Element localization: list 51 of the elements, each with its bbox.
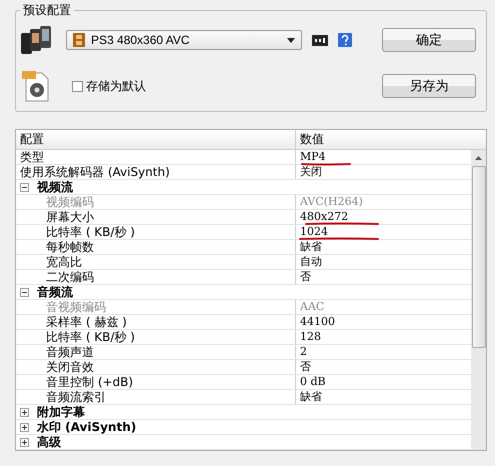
ok-button[interactable]: 确定 bbox=[382, 28, 476, 52]
property-value[interactable]: 关闭 bbox=[296, 165, 471, 179]
property-value[interactable]: 缺省 bbox=[296, 390, 471, 404]
scrollbar-thumb[interactable] bbox=[472, 166, 486, 348]
film-icon bbox=[73, 33, 85, 47]
save-default-checkbox[interactable]: 存储为默认 bbox=[72, 78, 146, 94]
property-name[interactable]: 每秒帧数 bbox=[16, 240, 296, 254]
property-name[interactable]: 比特率 ( KB/秒 ) bbox=[16, 225, 296, 239]
property-name[interactable]: 采样率 ( 赫兹 ) bbox=[16, 315, 296, 329]
caret-icon bbox=[287, 38, 295, 42]
category-label[interactable]: 视频流 bbox=[37, 180, 73, 194]
preset-dropdown[interactable]: PS3 480x360 AVC bbox=[66, 30, 302, 50]
property-value[interactable]: 128 bbox=[296, 330, 471, 344]
expand-toggle-icon[interactable] bbox=[20, 408, 29, 416]
property-value[interactable]: 1024 bbox=[296, 225, 471, 239]
scrollbar[interactable] bbox=[471, 150, 486, 450]
save-as-button[interactable]: 另存为 bbox=[382, 74, 476, 98]
property-name[interactable]: 宽高比 bbox=[16, 255, 296, 269]
property-value[interactable]: 2 bbox=[296, 345, 471, 359]
phones-icon bbox=[20, 25, 52, 55]
property-value[interactable]: 否 bbox=[296, 270, 471, 284]
property-name[interactable]: 音频声道 bbox=[16, 345, 296, 359]
expand-toggle-icon[interactable] bbox=[20, 422, 29, 432]
up-arrow-icon[interactable] bbox=[475, 156, 482, 160]
help-icon[interactable] bbox=[338, 33, 352, 47]
property-name[interactable]: 使用系统解码器 (AviSynth) bbox=[16, 165, 296, 179]
property-value[interactable]: MP4 bbox=[296, 150, 471, 164]
property-value[interactable]: 缺省 bbox=[296, 240, 471, 254]
group-title: 预设配置 bbox=[22, 2, 72, 19]
property-value[interactable]: 否 bbox=[296, 360, 471, 374]
category-label[interactable]: 高级 bbox=[37, 435, 61, 449]
property-name[interactable]: 类型 bbox=[16, 150, 296, 164]
property-name[interactable]: 二次编码 bbox=[16, 270, 296, 284]
property-name[interactable]: 比特率 ( KB/秒 ) bbox=[16, 330, 296, 344]
property-value[interactable]: 自动 bbox=[296, 255, 471, 269]
property-value[interactable]: 44100 bbox=[296, 315, 471, 329]
property-name[interactable]: 屏幕大小 bbox=[16, 210, 296, 224]
column-header[interactable]: 数值 bbox=[296, 130, 486, 149]
expand-toggle-icon[interactable] bbox=[20, 288, 29, 296]
property-value[interactable]: 0 dB bbox=[296, 375, 471, 389]
property-name[interactable]: 关闭音效 bbox=[16, 360, 296, 374]
column-header[interactable]: 配置 bbox=[16, 130, 296, 149]
property-name[interactable]: 音里控制 (+dB) bbox=[16, 375, 296, 389]
category-label[interactable]: 附加字幕 bbox=[37, 405, 85, 419]
category-label[interactable]: 水印 (AviSynth) bbox=[37, 420, 136, 434]
category-label[interactable]: 音频流 bbox=[37, 285, 73, 299]
expand-toggle-icon[interactable] bbox=[20, 438, 29, 446]
cmd-icon[interactable] bbox=[312, 34, 328, 46]
expand-toggle-icon[interactable] bbox=[20, 182, 29, 192]
property-name[interactable]: 音频流索引 bbox=[16, 390, 296, 404]
property-value[interactable]: 480x272 bbox=[296, 210, 471, 224]
